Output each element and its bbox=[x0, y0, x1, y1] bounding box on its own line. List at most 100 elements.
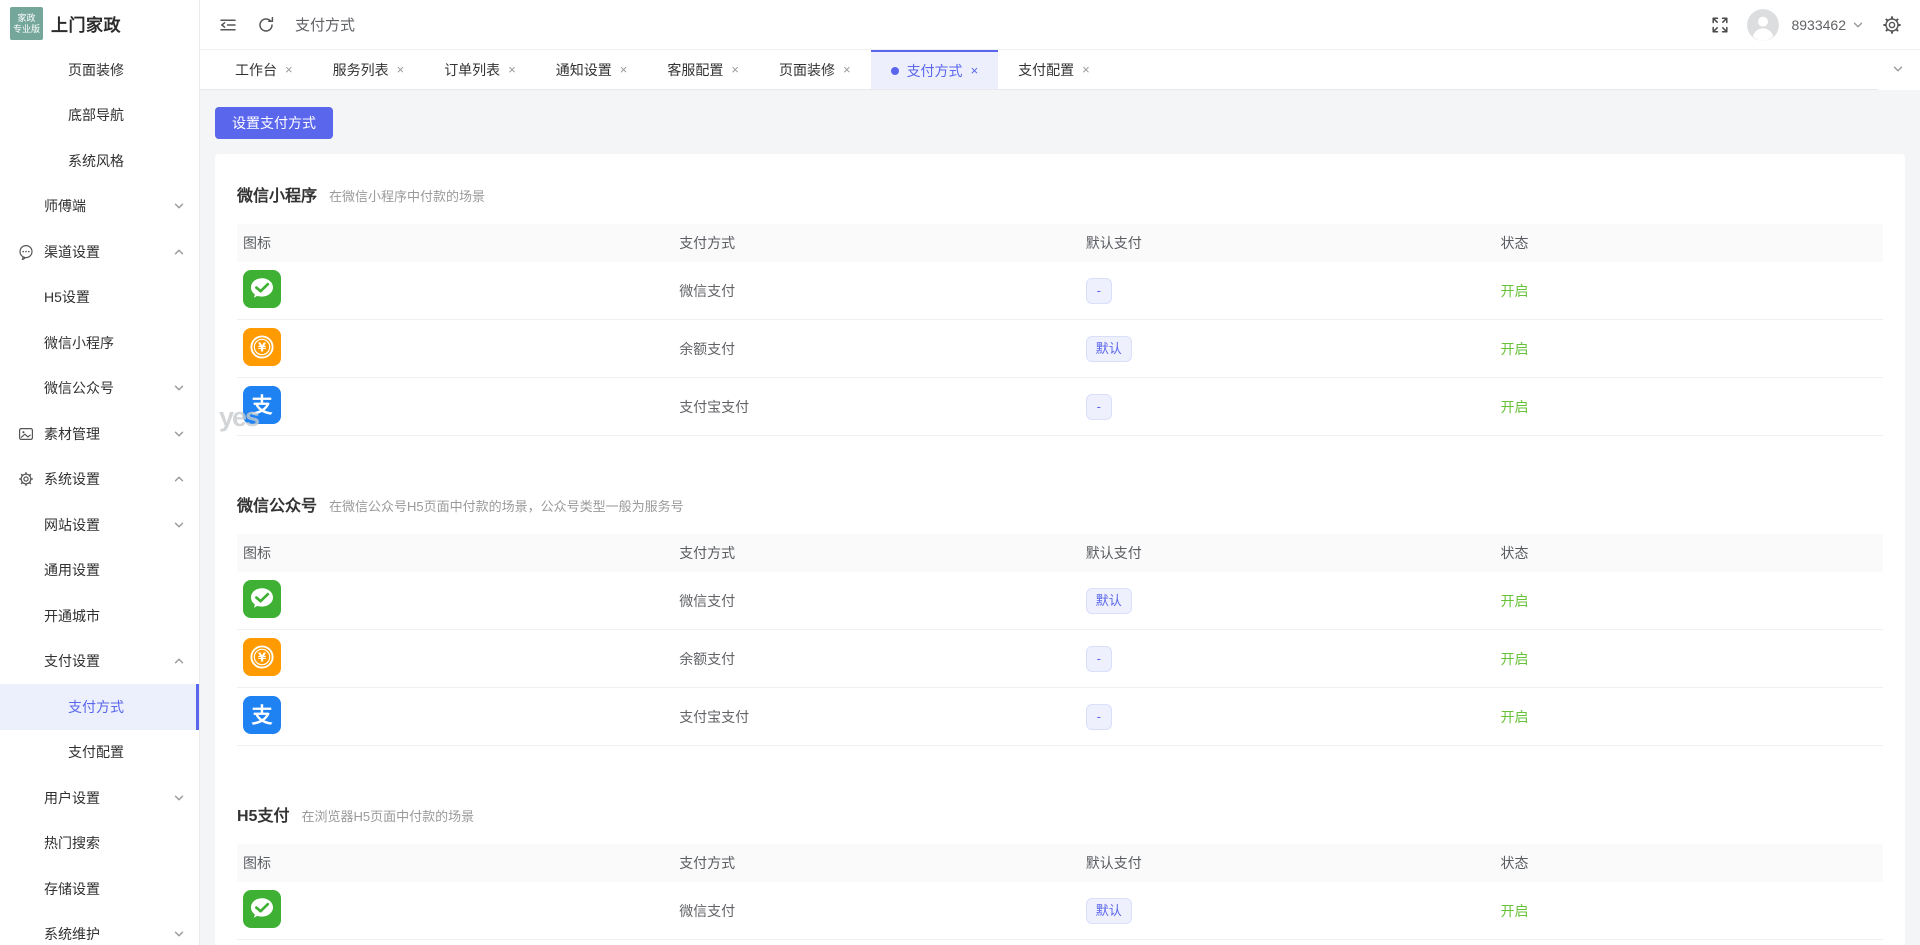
sidebar-item[interactable]: 用户设置 bbox=[0, 775, 199, 821]
sidebar-item-label: 支付配置 bbox=[68, 742, 124, 762]
fullscreen-icon[interactable] bbox=[1711, 16, 1729, 34]
default-badge[interactable]: - bbox=[1086, 278, 1112, 304]
table-header-cell: 默认支付 bbox=[1080, 233, 1495, 253]
tab-close-icon[interactable]: × bbox=[731, 62, 739, 77]
tab[interactable]: 工作台 × bbox=[215, 50, 313, 89]
status-cell: 开启 bbox=[1495, 707, 1883, 727]
tabs: 工作台×服务列表×订单列表×通知设置×客服配置×页面装修×支付方式×支付配置× bbox=[215, 50, 1110, 89]
status-cell: 开启 bbox=[1495, 339, 1883, 359]
section-subtitle: 在微信小程序中付款的场景 bbox=[329, 186, 485, 205]
default-cell: 默认 bbox=[1080, 336, 1495, 362]
section-subtitle: 在微信公众号H5页面中付款的场景，公众号类型一般为服务号 bbox=[329, 496, 684, 515]
status-text: 开启 bbox=[1501, 903, 1529, 919]
default-cell: 默认 bbox=[1080, 588, 1495, 614]
sidebar-item[interactable]: 系统设置 bbox=[0, 457, 199, 503]
tab[interactable]: 页面装修× bbox=[759, 50, 871, 89]
sidebar-item[interactable]: 微信小程序 bbox=[0, 320, 199, 366]
table-header-row: 图标支付方式默认支付状态 bbox=[237, 224, 1883, 262]
default-badge[interactable]: 默认 bbox=[1086, 898, 1132, 924]
tab[interactable]: 客服配置× bbox=[647, 50, 759, 89]
sidebar-item[interactable]: 支付设置 bbox=[0, 639, 199, 685]
table-row: ¥余额支付-开启 bbox=[237, 940, 1883, 945]
sidebar-item[interactable]: 系统维护 bbox=[0, 912, 199, 945]
sidebar-item[interactable]: 支付方式 bbox=[0, 684, 199, 730]
sidebar-menu: 页面装修底部导航系统风格师傅端渠道设置H5设置微信小程序微信公众号素材管理系统设… bbox=[0, 47, 199, 945]
payment-card: 微信小程序在微信小程序中付款的场景图标支付方式默认支付状态微信支付-开启¥余额支… bbox=[215, 154, 1905, 945]
tab-close-icon[interactable]: × bbox=[971, 63, 979, 78]
image-icon bbox=[18, 426, 34, 442]
icon-cell: 支 bbox=[237, 696, 673, 737]
svg-text:¥: ¥ bbox=[258, 650, 267, 664]
tab-close-icon[interactable]: × bbox=[508, 62, 516, 77]
icon-cell bbox=[237, 890, 673, 931]
tab[interactable]: 支付配置× bbox=[998, 50, 1110, 89]
payment-table: 图标支付方式默认支付状态微信支付默认开启¥余额支付-开启 bbox=[237, 844, 1883, 945]
sidebar-item[interactable]: 热门搜索 bbox=[0, 821, 199, 867]
avatar[interactable] bbox=[1747, 9, 1779, 41]
table-header-cell: 默认支付 bbox=[1080, 543, 1495, 563]
sidebar-item[interactable]: 素材管理 bbox=[0, 411, 199, 457]
set-payment-method-button[interactable]: 设置支付方式 bbox=[215, 107, 333, 139]
tab-label: 支付方式 bbox=[907, 61, 963, 81]
default-badge[interactable]: 默认 bbox=[1086, 588, 1132, 614]
default-cell: 默认 bbox=[1080, 898, 1495, 924]
active-tab-dot bbox=[891, 67, 899, 75]
status-cell: 开启 bbox=[1495, 901, 1883, 921]
alipay-icon: 支 bbox=[243, 696, 281, 734]
balance-pay-icon: ¥ bbox=[243, 638, 281, 676]
sidebar-item-label: 热门搜索 bbox=[44, 833, 100, 853]
chevron-up-icon bbox=[173, 246, 185, 258]
tab[interactable]: 订单列表× bbox=[424, 50, 536, 89]
table-header-row: 图标支付方式默认支付状态 bbox=[237, 844, 1883, 882]
default-badge[interactable]: - bbox=[1086, 394, 1112, 420]
sidebar-item[interactable]: H5设置 bbox=[0, 275, 199, 321]
sidebar-item[interactable]: 渠道设置 bbox=[0, 229, 199, 275]
user-menu[interactable]: 8933462 bbox=[1791, 17, 1864, 33]
sidebar-item[interactable]: 微信公众号 bbox=[0, 366, 199, 412]
chevron-down-icon bbox=[173, 928, 185, 940]
tabs-dropdown-button[interactable] bbox=[1878, 50, 1920, 90]
default-badge[interactable]: - bbox=[1086, 704, 1112, 730]
table-row: ¥余额支付-开启 bbox=[237, 630, 1883, 688]
sidebar-item[interactable]: 支付配置 bbox=[0, 730, 199, 776]
tab-close-icon[interactable]: × bbox=[285, 62, 293, 77]
status-text: 开启 bbox=[1501, 399, 1529, 415]
sidebar-item[interactable]: 底部导航 bbox=[0, 93, 199, 139]
settings-gear-icon[interactable] bbox=[1882, 15, 1902, 35]
sidebar-item[interactable]: 页面装修 bbox=[0, 47, 199, 93]
chevron-down-icon bbox=[1852, 19, 1864, 31]
tab-label: 工作台 bbox=[235, 60, 277, 80]
brand: 家政 专业版 上门家政 bbox=[0, 0, 199, 47]
sidebar-item-label: 支付方式 bbox=[68, 697, 124, 717]
sidebar-item[interactable]: 存储设置 bbox=[0, 866, 199, 912]
chevron-down-icon bbox=[173, 792, 185, 804]
sections-host: 微信小程序在微信小程序中付款的场景图标支付方式默认支付状态微信支付-开启¥余额支… bbox=[237, 182, 1883, 945]
payment-method-name: 微信支付 bbox=[673, 591, 1080, 611]
chevron-up-icon bbox=[173, 655, 185, 667]
table-header-cell: 默认支付 bbox=[1080, 853, 1495, 873]
svg-text:¥: ¥ bbox=[258, 340, 267, 354]
tab-close-icon[interactable]: × bbox=[843, 62, 851, 77]
default-badge[interactable]: 默认 bbox=[1086, 336, 1132, 362]
tab[interactable]: 服务列表 × bbox=[313, 50, 425, 89]
chevron-down-icon bbox=[173, 382, 185, 394]
tab-close-icon[interactable]: × bbox=[1082, 62, 1090, 77]
sidebar-item[interactable]: 开通城市 bbox=[0, 593, 199, 639]
payment-table: 图标支付方式默认支付状态微信支付默认开启¥余额支付-开启支支付宝支付-开启 bbox=[237, 534, 1883, 746]
sidebar-item[interactable]: 系统风格 bbox=[0, 138, 199, 184]
table-row: 微信支付默认开启 bbox=[237, 882, 1883, 940]
refresh-icon[interactable] bbox=[257, 16, 275, 34]
tab[interactable]: 支付方式 × bbox=[871, 50, 999, 89]
payment-section: H5支付在浏览器H5页面中付款的场景图标支付方式默认支付状态微信支付默认开启¥余… bbox=[237, 802, 1883, 945]
tab-close-icon[interactable]: × bbox=[620, 62, 628, 77]
collapse-sidebar-icon[interactable] bbox=[219, 16, 237, 34]
tab-label: 服务列表 bbox=[333, 60, 389, 80]
icon-cell bbox=[237, 270, 673, 311]
sidebar-item[interactable]: 通用设置 bbox=[0, 548, 199, 594]
default-badge[interactable]: - bbox=[1086, 646, 1112, 672]
tab[interactable]: 通知设置× bbox=[536, 50, 648, 89]
sidebar-item[interactable]: 师傅端 bbox=[0, 184, 199, 230]
table-header-cell: 支付方式 bbox=[673, 543, 1080, 563]
sidebar-item[interactable]: 网站设置 bbox=[0, 502, 199, 548]
tab-close-icon[interactable]: × bbox=[397, 62, 405, 77]
